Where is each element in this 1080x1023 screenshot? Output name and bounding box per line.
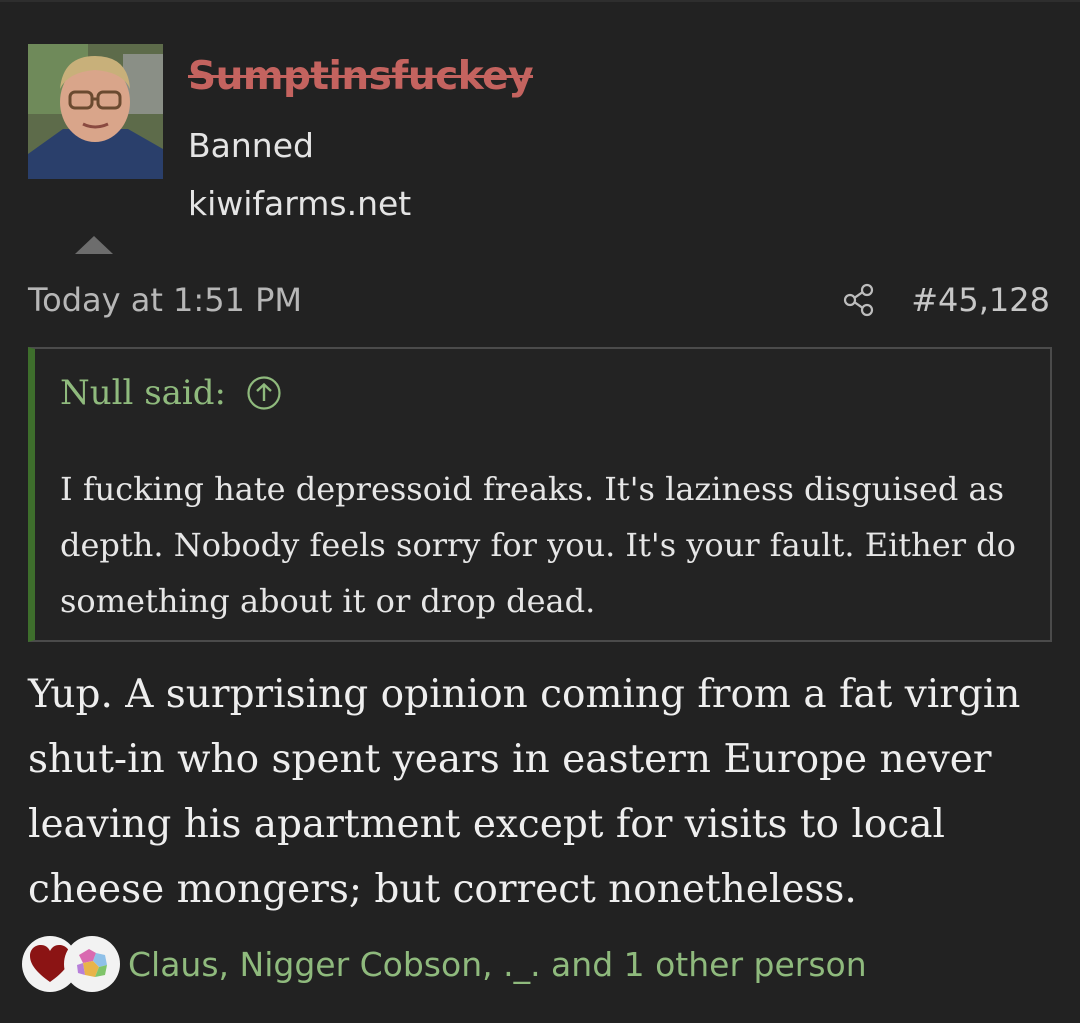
quote-block: Null said: I fucking hate depressoid fre… bbox=[28, 347, 1052, 642]
reaction-users-link[interactable]: Claus, Nigger Cobson, ._. and 1 other pe… bbox=[128, 945, 867, 984]
quote-header: Null said: bbox=[60, 373, 282, 413]
share-icon[interactable] bbox=[842, 283, 876, 317]
quote-author-link[interactable]: Null said: bbox=[60, 373, 226, 413]
avatar[interactable] bbox=[28, 44, 163, 179]
message-text: Yup. A surprising opinion coming from a … bbox=[28, 672, 1021, 912]
post-container: Sumptinsfuckey Banned kiwifarms.net Toda… bbox=[0, 0, 1080, 1023]
quote-jump-up-icon[interactable] bbox=[246, 375, 282, 411]
puzzle-map-icon[interactable] bbox=[64, 936, 120, 992]
quote-text: I fucking hate depressoid freaks. It's l… bbox=[60, 470, 1016, 620]
user-title: Banned bbox=[188, 126, 314, 165]
post-number-link[interactable]: #45,128 bbox=[911, 281, 1050, 319]
avatar-image bbox=[28, 44, 163, 179]
username-link[interactable]: Sumptinsfuckey bbox=[188, 54, 534, 99]
user-arrow-icon bbox=[75, 236, 113, 254]
reactions-bar[interactable]: Claus, Nigger Cobson, ._. and 1 other pe… bbox=[22, 936, 867, 992]
user-location: kiwifarms.net bbox=[188, 184, 412, 223]
post-date[interactable]: Today at 1:51 PM bbox=[28, 281, 302, 319]
